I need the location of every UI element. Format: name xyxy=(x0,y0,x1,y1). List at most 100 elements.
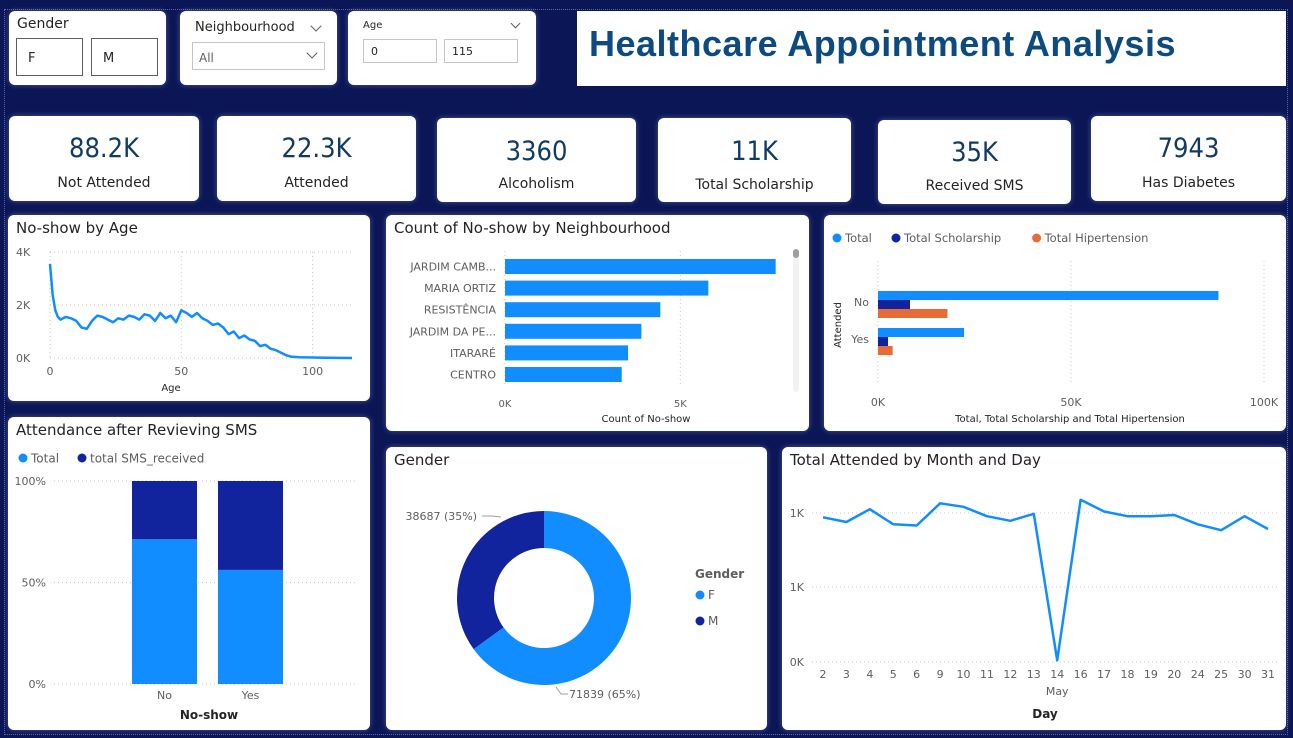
kpi-label: Not Attended xyxy=(57,175,151,191)
y-tick-label: 0K xyxy=(16,352,31,365)
legend-marker xyxy=(1032,233,1042,243)
x-tick-label: 0K xyxy=(871,396,886,409)
bar xyxy=(878,337,889,346)
x-tick-label: 25 xyxy=(1214,668,1228,681)
chevron-down-icon[interactable] xyxy=(510,18,521,29)
x-tick-label: 13 xyxy=(1027,668,1041,681)
bar xyxy=(505,259,776,274)
bar xyxy=(878,291,1219,300)
legend-label: Total Hipertension xyxy=(1044,231,1149,245)
gender-option-f[interactable]: F xyxy=(16,38,83,76)
gender-slicer: Gender F M xyxy=(9,11,166,85)
age-min-input[interactable]: 0 xyxy=(363,39,437,63)
x-tick-label: 31 xyxy=(1261,668,1275,681)
neighbourhood-card: Count of No-show by Neighbourhood 0K 5K JA… xyxy=(386,215,809,431)
kpi-label: Alcoholism xyxy=(498,176,575,192)
bar-segment xyxy=(218,481,283,570)
gender-card: Gender 71839 (65%) 38687 (35%) Gender F M xyxy=(386,447,767,730)
x-tick-label: 11 xyxy=(980,668,994,681)
data-label: 71839 (65%) xyxy=(569,688,641,701)
bar xyxy=(505,345,629,361)
legend-title: Gender xyxy=(695,567,744,581)
x-tick-label: 12 xyxy=(1003,668,1017,681)
label-leader xyxy=(555,686,568,695)
x-tick-label: 19 xyxy=(1144,668,1158,681)
kpi-attended: 22.3K Attended xyxy=(217,116,416,201)
legend-marker xyxy=(891,233,901,243)
neighbourhood-dropdown-value: All xyxy=(199,51,214,65)
kpi-value: 88.2K xyxy=(69,133,139,164)
attended-day-chart: 0K 1K 1K 2 3 4 5 6 9 10 11 12 13 14 16 17 18 19 20 24 25 30 31… xyxy=(790,498,1277,721)
legend-label: Total xyxy=(30,452,59,466)
legend-marker xyxy=(832,233,842,243)
gender-option-m[interactable]: M xyxy=(91,38,158,76)
y-tick-label: 4K xyxy=(16,246,31,259)
x-tick-label: 5 xyxy=(890,668,897,681)
x-axis-label: Day xyxy=(1032,707,1058,721)
label-leader xyxy=(482,515,502,518)
kpi-label: Received SMS xyxy=(925,178,1024,194)
bar xyxy=(878,328,965,337)
attended-totals-card: Total Total Scholarship Total Hipertension… xyxy=(824,215,1286,431)
x-axis-label: Total, Total Scholarship and Total Hiper… xyxy=(954,414,1185,425)
x-sub-label: May xyxy=(1046,685,1069,698)
attended-day-card: Total Attended by Month and Day 0K 1K 1K 2 3… xyxy=(782,447,1286,730)
kpi-received-sms: 35K Received SMS xyxy=(878,120,1071,204)
legend-marker xyxy=(695,616,705,626)
x-axis-label: No-show xyxy=(180,708,238,722)
legend-label: Total Scholarship xyxy=(903,231,1001,245)
x-tick-label: 20 xyxy=(1167,668,1181,681)
title-banner: Healthcare Appointment Analysis xyxy=(577,11,1286,86)
age-max-input[interactable]: 115 xyxy=(444,39,518,63)
x-tick-label: 100 xyxy=(302,365,323,378)
y-tick-label: 50% xyxy=(22,577,46,590)
gender-donut-chart: 71839 (65%) 38687 (35%) Gender FM xyxy=(405,510,744,701)
bar xyxy=(505,367,622,382)
kpi-value: 35K xyxy=(951,137,998,168)
age-slicer-title: Age xyxy=(363,20,383,31)
kpi-label: Has Diabetes xyxy=(1142,175,1235,191)
scrollbar-thumb[interactable] xyxy=(793,249,799,258)
neighbourhood-slicer: Neighbourhood All xyxy=(180,11,337,85)
attended-totals-chart: Total Total Scholarship Total Hipertension… xyxy=(832,231,1279,425)
neighbourhood-dropdown[interactable]: All xyxy=(192,42,325,70)
x-tick-label: 5K xyxy=(674,399,687,410)
kpi-alcoholism: 3360 Alcoholism xyxy=(437,118,636,202)
kpi-value: 3360 xyxy=(505,136,568,167)
donut-slice xyxy=(457,511,544,650)
x-tick-label: 50K xyxy=(1060,396,1082,409)
kpi-value: 11K xyxy=(731,136,778,167)
noshow-age-chart: 0K 2K 4K 0 50 100 Age xyxy=(16,246,353,394)
y-tick-label: 100% xyxy=(15,475,46,488)
y-tick-label: 0K xyxy=(790,656,805,669)
sms-attendance-card: Attendance after Revieving SMS Total tota… xyxy=(8,417,370,730)
scrollbar[interactable] xyxy=(793,249,799,392)
kpi-total-scholarship: 11K Total Scholarship xyxy=(658,118,851,202)
bar xyxy=(878,300,911,309)
legend-marker xyxy=(18,453,28,463)
x-tick-label: 9 xyxy=(937,668,944,681)
kpi-label: Total Scholarship xyxy=(695,177,814,193)
age-slicer: Age 0 115 xyxy=(348,11,536,85)
category-label: JARDIM DA PE... xyxy=(409,325,496,338)
legend-label: total SMS_received xyxy=(90,452,204,466)
bar xyxy=(505,302,661,318)
y-tick-label: 1K xyxy=(790,581,805,594)
x-tick-label: 24 xyxy=(1191,668,1205,681)
category-label: MARIA ORTIZ xyxy=(424,282,496,295)
chevron-down-icon[interactable] xyxy=(310,20,322,32)
category-label: CENTRO xyxy=(450,369,496,382)
x-axis-label: Count of No-show xyxy=(602,414,691,425)
category-label: No xyxy=(854,296,869,309)
neighbourhood-slicer-title: Neighbourhood xyxy=(195,20,295,35)
bar-segment xyxy=(218,569,283,684)
page-title: Healthcare Appointment Analysis xyxy=(589,23,1176,64)
x-tick-label: 100K xyxy=(1250,396,1279,409)
bar xyxy=(878,309,948,318)
x-tick-label: 0 xyxy=(47,365,54,378)
legend-marker xyxy=(695,590,705,600)
y-tick-label: 2K xyxy=(16,299,31,312)
x-tick-label: 4 xyxy=(866,668,873,681)
y-tick-label: 0% xyxy=(29,678,46,691)
x-tick-label: 30 xyxy=(1238,668,1252,681)
